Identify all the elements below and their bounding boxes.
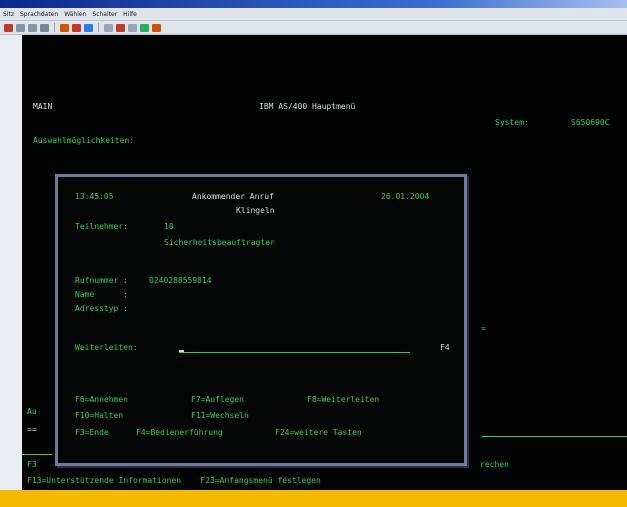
menu-bar: Sitz Sprachdaten Wählen Schalter Hilfe <box>0 8 627 21</box>
left-fragment: Au <box>27 407 37 416</box>
fkey-hangup[interactable]: F7=Auflegen <box>191 395 244 405</box>
menu-item[interactable]: Schalter <box>92 11 117 18</box>
bottom-border-strip <box>0 490 627 507</box>
program-name: MAIN <box>33 102 53 111</box>
arrow-icon[interactable] <box>116 23 125 32</box>
grid-icon[interactable] <box>16 23 25 32</box>
phone-label: Rufnummer : <box>75 276 128 285</box>
participant-label: Teilnehmer: <box>75 222 128 231</box>
forward-label: Weiterleiten: <box>75 343 138 352</box>
toolbar-separator <box>54 23 55 32</box>
system-value: S650690C <box>571 118 610 127</box>
arrow-icon[interactable] <box>72 23 81 32</box>
forward-key-hint[interactable]: F4 <box>440 343 450 353</box>
phone-value: 0240288559814 <box>149 276 212 285</box>
red-icon[interactable] <box>4 23 13 32</box>
call-date: 26.01.2004 <box>381 192 430 201</box>
forward-input[interactable] <box>179 352 410 353</box>
toolbar <box>0 21 627 35</box>
popup-heading: Ankommender Anruf <box>192 192 274 201</box>
call-time: 13:45:05 <box>75 192 114 201</box>
address-type-label: Adresstyp : <box>75 304 128 313</box>
footer-function-keys: F13=Unterstützende Informationen F23=Anf… <box>27 476 321 485</box>
participant-number: 10 <box>164 222 174 231</box>
popup-subheading: Klingeln <box>236 206 275 215</box>
left-fragment: F3 <box>27 460 37 469</box>
system-label: System: <box>495 118 529 127</box>
divider-line <box>22 454 52 455</box>
grid-icon[interactable] <box>40 23 49 32</box>
terminal-screen[interactable]: MAIN IBM AS/400 Hauptmenü System: S65069… <box>22 35 627 490</box>
fkey-accept[interactable]: F6=Annehmen <box>75 395 128 405</box>
screen-title: IBM AS/400 Hauptmenü <box>259 102 356 111</box>
arrow-icon[interactable] <box>152 23 161 32</box>
fkey-prompt[interactable]: F4=Bedienerführung <box>136 428 223 438</box>
fkey-exit[interactable]: F3=Ende <box>75 428 109 438</box>
fkey-forward[interactable]: F8=Weiterleiten <box>307 395 379 405</box>
green-icon[interactable] <box>140 23 149 32</box>
grid-icon[interactable] <box>128 23 137 32</box>
participant-name: Sicherheitsbeauftragter <box>164 238 275 247</box>
marker-text: = <box>481 324 486 333</box>
name-label: Name : <box>75 290 128 299</box>
options-label: Auswahlmöglichkeiten: <box>33 136 135 145</box>
arrow-icon[interactable] <box>60 23 69 32</box>
divider-line <box>482 436 627 437</box>
menu-item[interactable]: Sitz <box>3 11 14 18</box>
grid-icon[interactable] <box>28 23 37 32</box>
fkey-more-keys[interactable]: F24=weitere Tasten <box>275 428 362 438</box>
arrow-icon[interactable] <box>84 23 93 32</box>
window-title-bar <box>0 0 627 8</box>
right-fragment: rechen <box>480 460 509 469</box>
menu-item[interactable]: Hilfe <box>123 11 137 18</box>
fkey-switch[interactable]: F11=Wechseln <box>191 411 249 421</box>
toolbar-separator <box>98 23 99 32</box>
menu-item[interactable]: Sprachdaten <box>20 11 58 18</box>
left-fragment: == <box>27 425 37 434</box>
incoming-call-popup: 13:45:05 Ankommender Anruf 26.01.2004 Kl… <box>55 174 467 466</box>
fkey-hold[interactable]: F10=Halten <box>75 411 123 421</box>
grid-icon[interactable] <box>104 23 113 32</box>
menu-item[interactable]: Wählen <box>64 11 86 18</box>
